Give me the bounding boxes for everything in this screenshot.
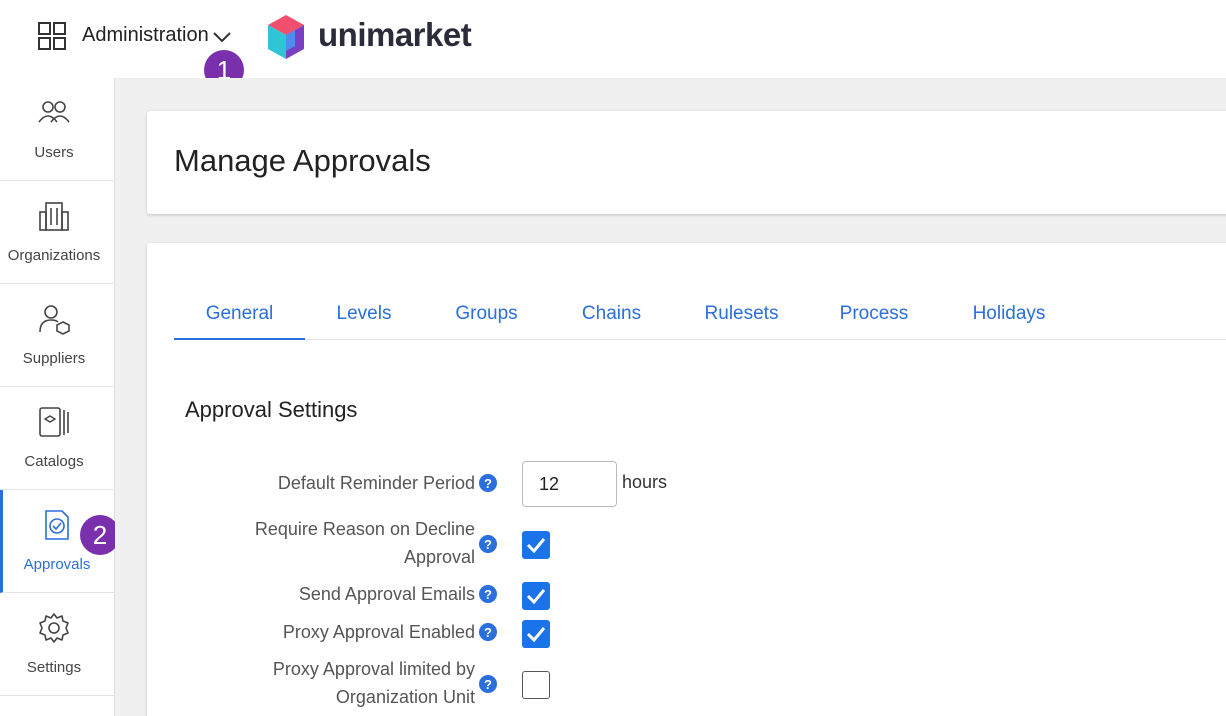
sidebar-item-suppliers[interactable]: Suppliers [0, 284, 115, 387]
sidebar-item-label: Users [34, 144, 74, 161]
approval-emails-checkbox[interactable] [522, 582, 550, 610]
sidebar-item-users[interactable]: Users [0, 78, 115, 181]
sidebar-item-organizations[interactable]: Organizations [0, 181, 115, 284]
decline-reason-label-line1: Require Reason on Decline [254, 519, 475, 539]
proxy-approval-checkbox[interactable] [522, 620, 550, 648]
proxy-approval-label: Proxy Approval Enabled [282, 622, 475, 642]
approval-tabs: General Levels Groups Chains Rulesets Pr… [174, 298, 1226, 340]
approval-emails-label: Send Approval Emails [298, 584, 475, 604]
approval-icon [45, 510, 69, 540]
reminder-period-input[interactable]: 12 [522, 461, 617, 507]
decline-reason-label: Require Reason on Decline Approval [175, 515, 475, 571]
gear-icon [39, 613, 69, 643]
sidebar-item-catalogs[interactable]: Catalogs [0, 387, 115, 490]
proxy-org-unit-label-line2: Organization Unit [335, 687, 475, 707]
sidebar: Users Organizations Suppliers Catalogs A… [0, 78, 115, 716]
building-icon [39, 202, 69, 231]
sidebar-item-label: Organizations [7, 247, 101, 264]
tab-general[interactable]: General [174, 298, 305, 340]
apps-grid-icon[interactable] [38, 22, 66, 50]
help-icon[interactable]: ? [479, 623, 497, 641]
reminder-period-label: Default Reminder Period [277, 473, 475, 493]
proxy-org-unit-checkbox[interactable] [522, 671, 550, 699]
proxy-org-unit-label: Proxy Approval limited by Organization U… [175, 655, 475, 711]
users-icon [38, 101, 70, 123]
tab-levels[interactable]: Levels [319, 298, 409, 340]
decline-reason-label-line2: Approval [403, 547, 475, 567]
top-bar: Administration unimarket [0, 0, 1226, 78]
page-title-card: Manage Approvals [147, 111, 1226, 214]
tab-rulesets[interactable]: Rulesets [689, 298, 794, 340]
brand-logo-text: unimarket [318, 16, 472, 53]
help-icon[interactable]: ? [479, 535, 497, 553]
sidebar-item-label: Catalogs [24, 453, 84, 470]
tab-groups[interactable]: Groups [439, 298, 534, 340]
step-badge-2: 2 [80, 515, 120, 555]
decline-reason-checkbox[interactable] [522, 531, 550, 559]
reminder-unit-label: hours [622, 472, 668, 492]
unimarket-logo-icon [268, 15, 304, 59]
sidebar-item-label: Approvals [23, 556, 91, 573]
administration-menu-label[interactable]: Administration [82, 24, 209, 47]
proxy-org-unit-label-line1: Proxy Approval limited by [272, 659, 475, 679]
page-title: Manage Approvals [174, 143, 431, 178]
sidebar-item-settings[interactable]: Settings [0, 593, 115, 696]
sidebar-item-label: Settings [26, 659, 82, 676]
tab-chains[interactable]: Chains [564, 298, 659, 340]
help-icon[interactable]: ? [479, 675, 497, 693]
tab-holidays[interactable]: Holidays [954, 298, 1064, 340]
section-title: Approval Settings [185, 397, 358, 422]
help-icon[interactable]: ? [479, 474, 497, 492]
settings-card: General Levels Groups Chains Rulesets Pr… [147, 243, 1226, 716]
catalog-icon [39, 407, 69, 437]
sidebar-item-label: Suppliers [22, 350, 86, 367]
main-content: Manage Approvals General Levels Groups C… [115, 78, 1226, 716]
help-icon[interactable]: ? [479, 585, 497, 603]
tab-process[interactable]: Process [824, 298, 924, 340]
supplier-icon [39, 305, 70, 335]
chevron-down-icon[interactable] [212, 30, 232, 44]
